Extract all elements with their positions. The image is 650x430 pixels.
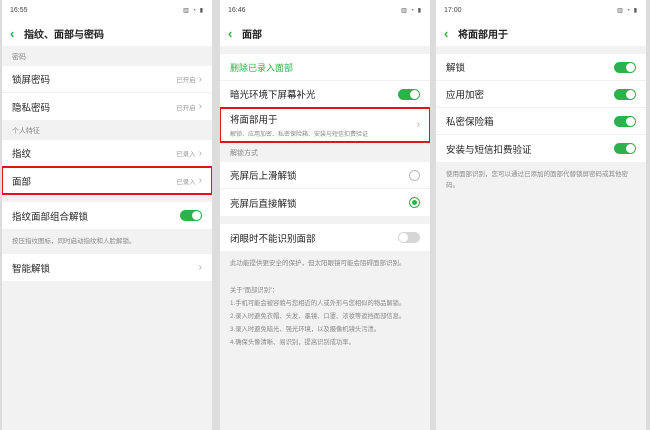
about-item: 2.录入时避免衣帽、头发、墨镜、口罩、浓妆等遮挡面部信息。: [230, 313, 406, 320]
chevron-right-icon: ›: [198, 262, 202, 273]
use-face-for-row[interactable]: 将面部用于 解锁、应用加密、私密保险箱、安装与短信扣费验证 ›: [220, 107, 430, 143]
delete-face-row[interactable]: 删除已录入面部: [220, 54, 430, 81]
phone-screen-use-face-for: 17:00 ▥ ◔ ▮ ‹ 将面部用于 解锁 应用加密 私密保险箱 安装与短信扣…: [436, 0, 646, 430]
use-app-encryption-toggle[interactable]: [614, 88, 636, 100]
nav-bar: ‹ 将面部用于: [436, 20, 646, 46]
section-label-password: 密码: [12, 54, 26, 61]
row-sublabel: 解锁、应用加密、私密保险箱、安装与短信扣费验证: [230, 132, 369, 138]
about-item: 4.确保头像清晰、易识别，提高识别成功率。: [230, 339, 355, 346]
combo-unlock-row: 指纹面部组合解锁: [2, 202, 212, 229]
row-label: 面部: [12, 176, 32, 188]
combo-unlock-toggle[interactable]: [180, 210, 202, 221]
status-time: 16:46: [228, 6, 246, 14]
status-text: 已开启: [176, 104, 196, 112]
page-title: 指纹、面部与密码: [24, 29, 104, 41]
section-label-personal: 个人特征: [12, 128, 40, 135]
page-title: 面部: [242, 29, 262, 41]
about-item: 3.录入时避免暗光、强光环境，以及摄像机镜头污渍。: [230, 326, 381, 333]
row-label: 亮屏后上滑解锁: [230, 171, 297, 182]
dim-fill-row: 暗光环境下屏幕补光: [220, 81, 430, 108]
eyes-closed-row: 闭眼时不能识别面部: [220, 224, 430, 251]
swipe-unlock-row[interactable]: 亮屏后上滑解锁: [220, 162, 430, 189]
combo-note: 按压指纹图标，同时启动指纹和人脸解锁。: [12, 238, 136, 245]
password-group: 锁屏密码 已开启 › 隐私密码 已开启 ›: [2, 66, 212, 120]
dim-fill-toggle[interactable]: [398, 88, 420, 100]
status-bar: 17:00 ▥ ◔ ▮: [436, 0, 646, 20]
about-item: 1.手机可能会被容貌与您相近的人或外形与您相似的物品解锁。: [230, 300, 406, 307]
page-title: 将面部用于: [458, 29, 508, 41]
chevron-right-icon: ›: [198, 73, 202, 85]
use-face-group: 解锁 应用加密 私密保险箱 安装与短信扣费验证: [436, 54, 646, 162]
lock-password-row[interactable]: 锁屏密码 已开启 ›: [2, 66, 212, 93]
face-row[interactable]: 面部 已录入 ›: [2, 166, 212, 195]
face-group: 删除已录入面部 暗光环境下屏幕补光 将面部用于 解锁、应用加密、私密保险箱、安装…: [220, 54, 430, 143]
row-label: 亮屏后直接解锁: [230, 198, 297, 210]
privacy-password-row[interactable]: 隐私密码 已开启 ›: [2, 93, 212, 120]
nav-bar: ‹ 指纹、面部与密码: [2, 20, 212, 46]
eyes-note: 此功能提供更安全的保护，但太阳眼镜可能会阻碍面部识别。: [230, 260, 406, 267]
status-text: 已录入: [176, 178, 196, 186]
row-label: 指纹面部组合解锁: [12, 211, 89, 223]
smart-unlock-row[interactable]: 智能解锁 ›: [2, 254, 212, 281]
eyes-closed-toggle[interactable]: [398, 232, 420, 243]
row-label: 锁屏密码: [12, 75, 51, 86]
status-text: 已录入: [176, 151, 196, 158]
delete-face-link[interactable]: 删除已录入面部: [230, 61, 293, 74]
chevron-right-icon: ›: [198, 147, 202, 159]
row-label: 闭眼时不能识别面部: [230, 233, 316, 245]
use-payment-verify-toggle[interactable]: [614, 143, 636, 154]
use-payment-verify-row: 安装与短信扣费验证: [436, 135, 646, 162]
unlock-mode-group: 亮屏后上滑解锁 亮屏后直接解锁: [220, 162, 430, 216]
row-label: 将面部用于: [230, 115, 278, 126]
eyes-group: 闭眼时不能识别面部: [220, 224, 430, 251]
row-label: 指纹: [12, 149, 32, 160]
phone-screen-face: 16:46 ▥ ◔ ▮ ‹ 面部 删除已录入面部 暗光环境下屏幕补光 将面部用于…: [220, 0, 430, 430]
chevron-right-icon: ›: [416, 119, 420, 130]
use-private-safe-row: 私密保险箱: [436, 108, 646, 135]
status-icons: ▥ ◔ ▮: [183, 7, 204, 14]
combo-group: 指纹面部组合解锁: [2, 202, 212, 229]
use-app-encryption-row: 应用加密: [436, 81, 646, 108]
swipe-unlock-radio[interactable]: [409, 169, 420, 181]
use-unlock-row: 解锁: [436, 54, 646, 81]
use-face-note: 使用面部识别，您可以通过已添加的面部代替锁屏密码或其他密码。: [446, 171, 628, 189]
back-arrow-icon[interactable]: ‹: [228, 26, 242, 41]
row-label: 安装与短信扣费验证: [446, 144, 532, 156]
back-arrow-icon[interactable]: ‹: [10, 26, 24, 41]
status-bar: 16:55 ▥ ◔ ▮: [2, 0, 212, 20]
chevron-right-icon: ›: [198, 101, 202, 112]
status-icons: ▥ ◔ ▮: [401, 7, 422, 14]
status-icons: ▥ ◔ ▮: [617, 7, 638, 14]
row-label: 隐私密码: [12, 102, 51, 114]
status-time: 16:55: [10, 6, 28, 14]
use-private-safe-toggle[interactable]: [614, 115, 636, 127]
back-arrow-icon[interactable]: ‹: [444, 26, 458, 41]
row-label: 智能解锁: [12, 263, 51, 275]
status-text: 已开启: [176, 77, 196, 84]
status-time: 17:00: [444, 6, 462, 14]
phone-screen-fingerprint-face-password: 16:55 ▥ ◔ ▮ ‹ 指纹、面部与密码 密码 锁屏密码 已开启 › 隐私密码…: [2, 0, 212, 430]
fingerprint-row[interactable]: 指纹 已录入 ›: [2, 140, 212, 167]
use-unlock-toggle[interactable]: [614, 61, 636, 73]
section-label-unlock-mode: 解锁方式: [230, 150, 258, 157]
row-label: 应用加密: [446, 90, 485, 101]
nav-bar: ‹ 面部: [220, 20, 430, 46]
about-title: 关于“面部识别”：: [230, 287, 279, 294]
status-bar: 16:46 ▥ ◔ ▮: [220, 0, 430, 20]
chevron-right-icon: ›: [198, 175, 202, 186]
personal-group: 指纹 已录入 › 面部 已录入 ›: [2, 140, 212, 195]
row-label: 暗光环境下屏幕补光: [230, 90, 316, 101]
row-label: 解锁: [446, 63, 466, 74]
row-label: 私密保险箱: [446, 117, 494, 128]
direct-unlock-row[interactable]: 亮屏后直接解锁: [220, 189, 430, 216]
about-face-recognition: 关于“面部识别”： 1.手机可能会被容貌与您相近的人或外形与您相似的物品解锁。 …: [220, 276, 430, 357]
direct-unlock-radio[interactable]: [409, 197, 420, 208]
smart-group: 智能解锁 ›: [2, 254, 212, 281]
